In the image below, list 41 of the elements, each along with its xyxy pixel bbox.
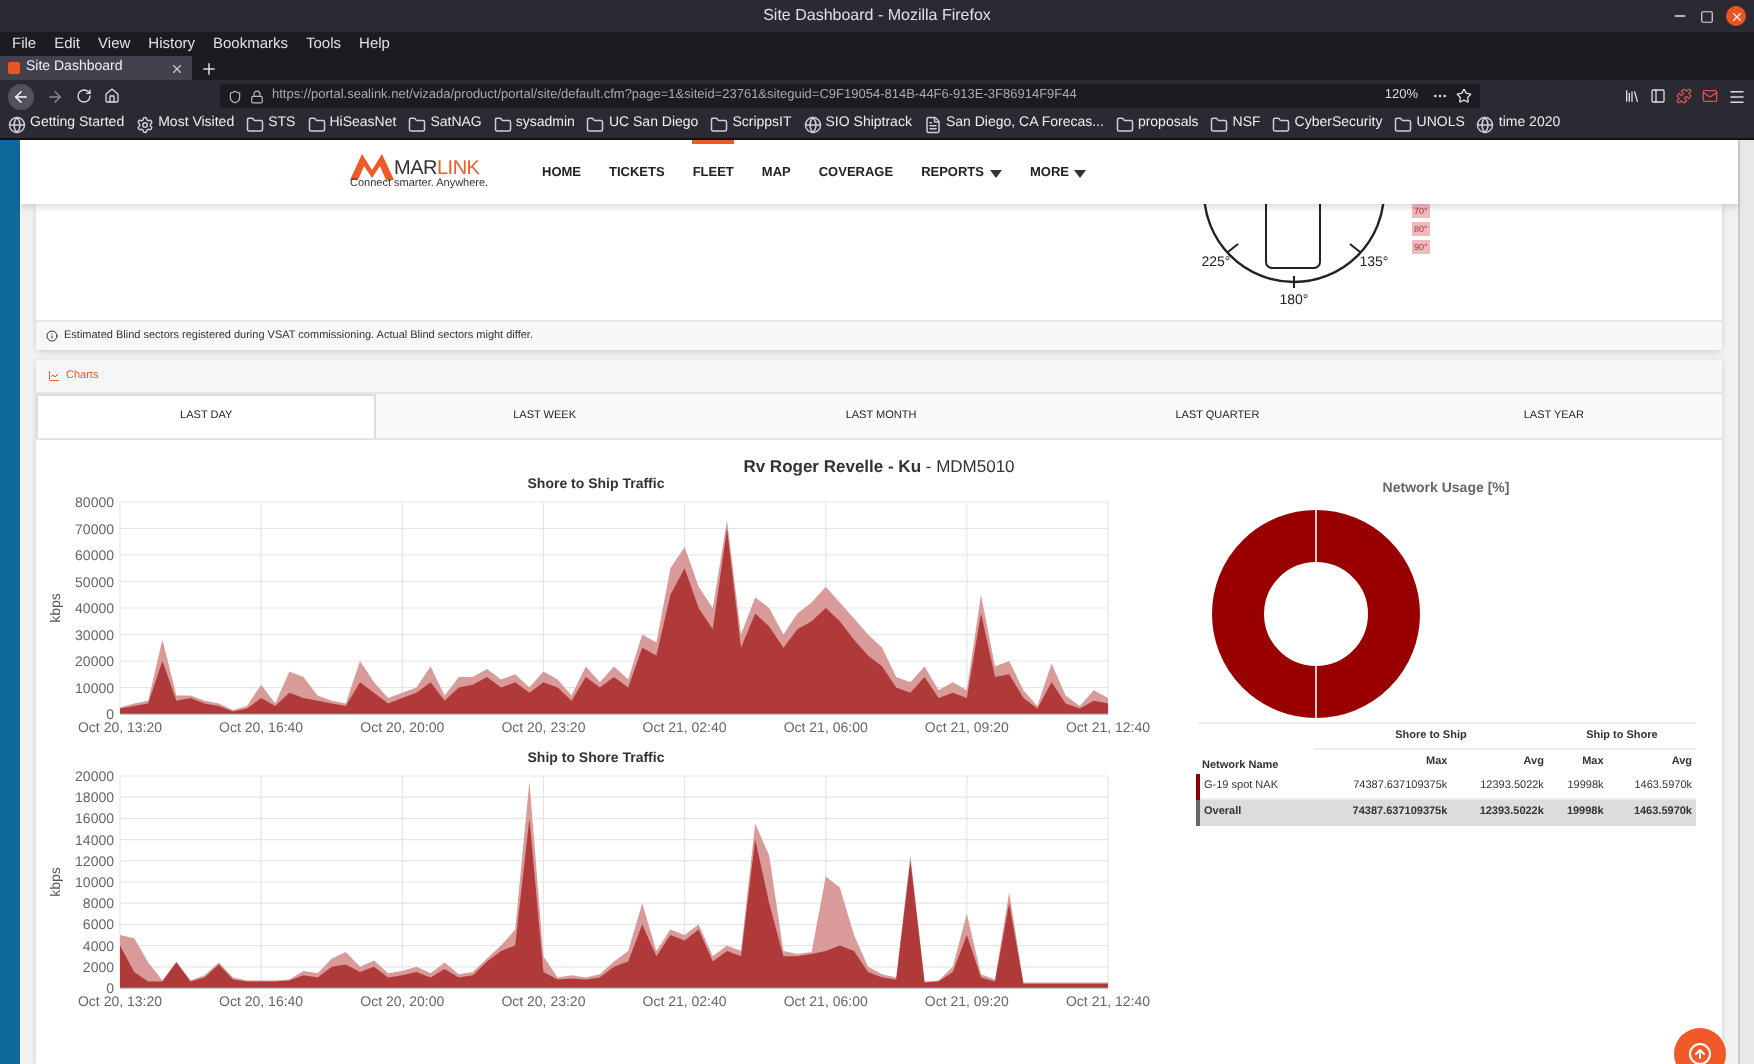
lock-icon: [250, 89, 264, 103]
back-arrow-icon: [12, 87, 30, 105]
folder-icon: [493, 116, 512, 134]
sidebar-icon[interactable]: [1650, 88, 1666, 104]
logo-mark-icon: [350, 153, 394, 180]
back-button[interactable]: [8, 83, 34, 109]
site-icon: [8, 62, 20, 74]
maximize-icon[interactable]: [1700, 9, 1714, 23]
bookmark-star-icon[interactable]: [1456, 88, 1472, 104]
folder-icon: [1210, 116, 1229, 134]
library-icon[interactable]: [1624, 88, 1640, 104]
folder-icon: [408, 116, 427, 134]
home-icon[interactable]: [104, 88, 120, 104]
new-tab-icon[interactable]: [200, 59, 218, 77]
folder-icon: [1272, 116, 1291, 134]
gear-icon: [136, 116, 155, 134]
forward-icon[interactable]: [46, 87, 64, 105]
page-icon: [923, 116, 942, 134]
folder-icon: [1394, 116, 1413, 134]
up-arrow-icon: [1688, 1042, 1712, 1064]
globe-icon: [803, 116, 822, 134]
folder-icon: [710, 116, 729, 134]
close-tab-icon[interactable]: [170, 61, 184, 75]
mail-icon[interactable]: [1702, 88, 1718, 104]
window-title: Site Dashboard - Mozilla Firefox: [763, 4, 991, 28]
logo-text: MARLINK: [394, 159, 480, 180]
close-button[interactable]: [1726, 6, 1746, 26]
site-title: Rv Roger Revelle - Ku - MDM5010: [741, 456, 1017, 476]
shield-icon: [228, 89, 242, 103]
folder-icon: [1115, 116, 1134, 134]
extension-icon[interactable]: [1676, 88, 1692, 104]
folder-icon: [307, 116, 326, 134]
reload-icon[interactable]: [76, 88, 92, 104]
folder-icon: [586, 116, 605, 134]
folder-icon: [246, 116, 265, 134]
info-icon: [46, 330, 58, 342]
close-icon: [1729, 9, 1743, 23]
chart-icon: [48, 370, 60, 382]
globe-icon: [1476, 116, 1495, 134]
globe-icon: [8, 116, 26, 134]
menu-icon[interactable]: [1728, 87, 1746, 105]
